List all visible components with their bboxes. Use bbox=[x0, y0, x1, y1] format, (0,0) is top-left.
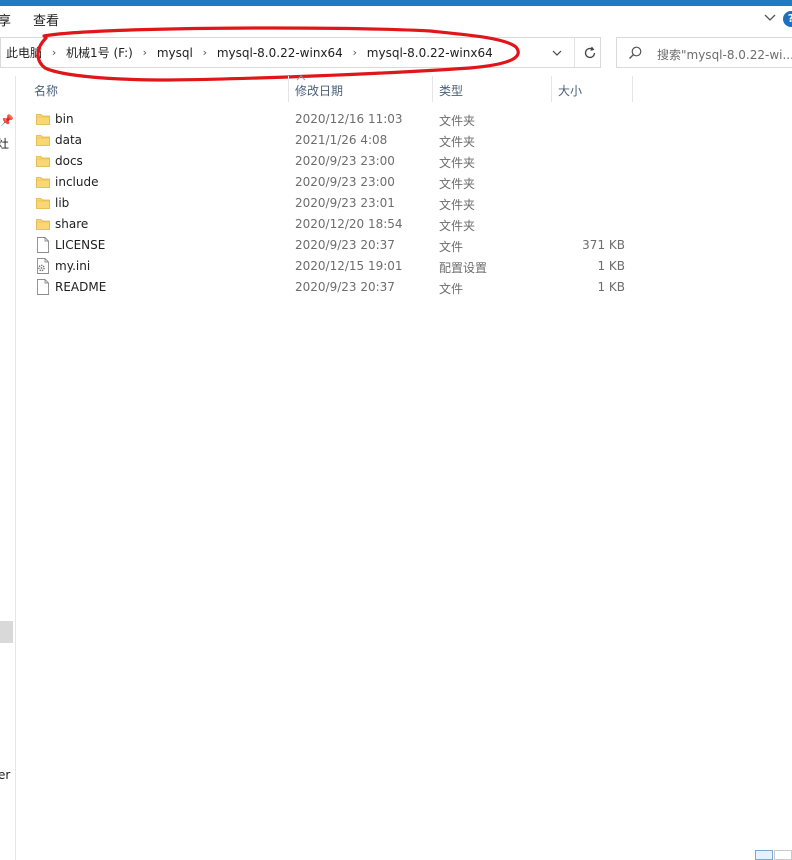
column-divider[interactable] bbox=[632, 76, 633, 102]
file-modified-date: 2021/1/26 4:08 bbox=[295, 133, 388, 147]
nav-item-selected-highlight[interactable] bbox=[0, 621, 13, 643]
ribbon-collapse-chevron-icon[interactable] bbox=[762, 9, 778, 25]
file-modified-date: 2020/9/23 23:01 bbox=[295, 196, 395, 210]
details-view-button[interactable] bbox=[755, 850, 773, 860]
chevron-right-icon[interactable]: › bbox=[193, 46, 217, 59]
address-bar[interactable]: 此电脑 › 机械1号 (F:) › mysql › mysql-8.0.22-w… bbox=[0, 37, 601, 68]
file-row[interactable]: my.ini 2020/12/15 19:01 配置设置 1 KB bbox=[16, 256, 792, 277]
column-header-date[interactable]: 修改日期 bbox=[295, 82, 343, 99]
breadcrumb-mysql-winx64-parent[interactable]: mysql-8.0.22-winx64 bbox=[217, 46, 343, 60]
column-header-size[interactable]: 大小 bbox=[558, 82, 582, 99]
large-icons-view-button[interactable] bbox=[774, 850, 792, 860]
column-divider[interactable] bbox=[432, 76, 433, 102]
folder-icon bbox=[36, 132, 50, 148]
file-name[interactable]: my.ini bbox=[55, 259, 90, 273]
file-name[interactable]: docs bbox=[55, 154, 83, 168]
file-icon bbox=[36, 279, 50, 295]
file-type: 文件夹 bbox=[439, 219, 476, 233]
pin-icon[interactable]: 📌 bbox=[0, 114, 14, 127]
breadcrumb-drive[interactable]: 机械1号 (F:) bbox=[66, 44, 133, 61]
chevron-right-icon[interactable]: › bbox=[343, 46, 367, 59]
folder-icon bbox=[36, 195, 50, 211]
file-type: 文件 bbox=[439, 240, 464, 254]
file-type: 文件 bbox=[439, 282, 464, 296]
address-dropdown-chevron-icon[interactable] bbox=[548, 44, 566, 62]
settings-file-icon bbox=[36, 258, 50, 274]
folder-icon bbox=[36, 153, 50, 169]
file-name[interactable]: LICENSE bbox=[55, 238, 105, 252]
file-type: 配置设置 bbox=[439, 261, 488, 275]
file-modified-date: 2020/9/23 20:37 bbox=[295, 238, 395, 252]
column-divider[interactable] bbox=[288, 76, 289, 102]
help-icon[interactable]: ? bbox=[783, 11, 792, 27]
column-divider[interactable] bbox=[551, 76, 552, 102]
file-type: 文件夹 bbox=[439, 156, 476, 170]
nav-item-partial-label[interactable]: 灶 bbox=[0, 135, 9, 152]
view-toggle bbox=[755, 850, 792, 860]
folder-icon bbox=[36, 216, 50, 232]
sort-caret-icon bbox=[296, 75, 306, 81]
chevron-right-icon[interactable]: › bbox=[133, 46, 157, 59]
file-name[interactable]: share bbox=[55, 217, 88, 231]
file-row[interactable]: bin 2020/12/16 11:03 文件夹 bbox=[16, 109, 792, 130]
search-icon bbox=[629, 46, 642, 59]
file-modified-date: 2020/12/15 19:01 bbox=[295, 259, 403, 273]
navigation-pane[interactable]: 📌 灶 er bbox=[0, 76, 16, 860]
file-name[interactable]: data bbox=[55, 133, 82, 147]
column-header-type[interactable]: 类型 bbox=[439, 82, 463, 99]
breadcrumb: 此电脑 › 机械1号 (F:) › mysql › mysql-8.0.22-w… bbox=[6, 38, 493, 67]
file-type: 文件夹 bbox=[439, 198, 476, 212]
file-row[interactable]: LICENSE 2020/9/23 20:37 文件 371 KB bbox=[16, 235, 792, 256]
file-name[interactable]: lib bbox=[55, 196, 69, 210]
breadcrumb-mysql-winx64-current[interactable]: mysql-8.0.22-winx64 bbox=[367, 46, 493, 60]
file-type: 文件夹 bbox=[439, 135, 476, 149]
tab-share-partial[interactable]: 享 bbox=[0, 10, 11, 29]
file-size: 371 KB bbox=[582, 238, 625, 252]
file-size: 1 KB bbox=[597, 259, 625, 273]
chevron-right-icon[interactable]: › bbox=[42, 46, 66, 59]
nav-item-partial-label[interactable]: er bbox=[0, 768, 10, 782]
ribbon-tabs: 享 查看 ? bbox=[0, 6, 792, 32]
search-input[interactable]: 搜索"mysql-8.0.22-wi... bbox=[657, 46, 792, 63]
file-modified-date: 2020/9/23 23:00 bbox=[295, 154, 395, 168]
breadcrumb-this-pc[interactable]: 此电脑 bbox=[6, 44, 42, 61]
file-modified-date: 2020/12/20 18:54 bbox=[295, 217, 403, 231]
file-size: 1 KB bbox=[597, 280, 625, 294]
file-type: 文件夹 bbox=[439, 114, 476, 128]
file-list: bin 2020/12/16 11:03 文件夹 data 2021/1/26 4:08… bbox=[16, 109, 792, 298]
file-icon bbox=[36, 237, 50, 253]
file-name[interactable]: include bbox=[55, 175, 98, 189]
file-type: 文件夹 bbox=[439, 177, 476, 191]
folder-icon bbox=[36, 111, 50, 127]
file-row[interactable]: data 2021/1/26 4:08 文件夹 bbox=[16, 130, 792, 151]
file-row[interactable]: docs 2020/9/23 23:00 文件夹 bbox=[16, 151, 792, 172]
refresh-icon[interactable] bbox=[581, 44, 599, 62]
folder-icon bbox=[36, 174, 50, 190]
column-header-name[interactable]: 名称 bbox=[34, 82, 58, 99]
file-row[interactable]: share 2020/12/20 18:54 文件夹 bbox=[16, 214, 792, 235]
address-divider bbox=[574, 38, 575, 67]
file-row[interactable]: lib 2020/9/23 23:01 文件夹 bbox=[16, 193, 792, 214]
tab-view[interactable]: 查看 bbox=[33, 10, 59, 29]
file-modified-date: 2020/12/16 11:03 bbox=[295, 112, 403, 126]
search-box[interactable]: 搜索"mysql-8.0.22-wi... bbox=[616, 37, 792, 68]
breadcrumb-mysql[interactable]: mysql bbox=[157, 46, 193, 60]
file-name[interactable]: bin bbox=[55, 112, 74, 126]
file-modified-date: 2020/9/23 23:00 bbox=[295, 175, 395, 189]
column-header-row: 名称 修改日期 类型 大小 bbox=[16, 75, 792, 102]
file-row[interactable]: include 2020/9/23 23:00 文件夹 bbox=[16, 172, 792, 193]
file-row[interactable]: README 2020/9/23 20:37 文件 1 KB bbox=[16, 277, 792, 298]
file-modified-date: 2020/9/23 20:37 bbox=[295, 280, 395, 294]
file-name[interactable]: README bbox=[55, 280, 106, 294]
